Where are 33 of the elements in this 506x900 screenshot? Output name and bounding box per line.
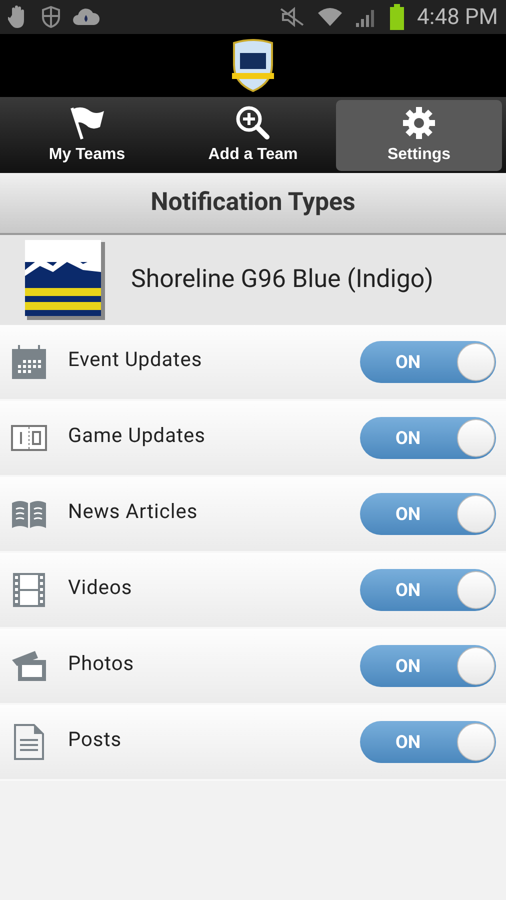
tab[interactable]: Settings: [336, 100, 502, 171]
setting-label: Photos: [68, 650, 136, 677]
setting-label: Posts: [68, 726, 123, 753]
shield-icon: [42, 6, 60, 28]
tab[interactable]: Add a Team: [170, 100, 336, 171]
team-name: Shoreline G96 Blue (Indigo): [131, 264, 434, 296]
page-title: Notification Types: [150, 187, 356, 220]
toggle-switch[interactable]: ON: [360, 569, 496, 611]
toggle-switch[interactable]: ON: [360, 645, 496, 687]
open-book-icon: [11, 499, 47, 529]
setting-label: Videos: [68, 574, 134, 601]
scoreboard-icon: [11, 425, 47, 451]
flag-icon: [68, 104, 106, 140]
toggle-switch[interactable]: ON: [360, 417, 496, 459]
settings-icon: [401, 104, 437, 140]
setting-label: Event Updates: [68, 346, 204, 373]
tab[interactable]: My Teams: [4, 100, 170, 171]
document-icon: [14, 724, 44, 760]
photos-icon: [11, 650, 47, 682]
mute-icon: [279, 7, 306, 27]
toggle-switch[interactable]: ON: [360, 341, 496, 383]
toggle-switch[interactable]: ON: [360, 721, 496, 763]
club-crest-icon: [230, 38, 276, 92]
cloud-icon: [72, 7, 100, 27]
setting-label: Game Updates: [68, 422, 206, 449]
status-time: 4:48 PM: [417, 4, 498, 32]
wifi-icon: [317, 7, 344, 27]
toggle-switch[interactable]: ON: [360, 493, 496, 535]
battery-icon: [389, 4, 406, 30]
film-strip-icon: [12, 572, 46, 608]
setting-label: News Articles: [68, 498, 199, 525]
calendar-icon: [11, 344, 47, 380]
search-plus-icon: [234, 104, 272, 140]
